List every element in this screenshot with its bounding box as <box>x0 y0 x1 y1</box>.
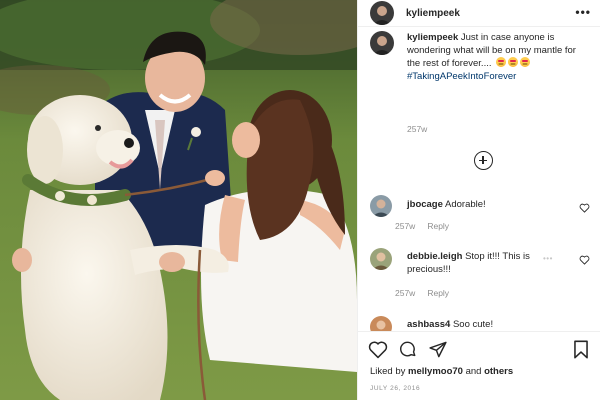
comment-item: jbocage Adorable! <box>370 195 600 217</box>
author-username[interactable]: kyliempeek <box>406 8 460 19</box>
caption-hashtag[interactable]: #TakingAPeekIntoForever <box>407 71 516 82</box>
comment-options-icon[interactable]: ••• <box>543 254 553 263</box>
caption-text-block: kyliempeek Just in case anyone is wonder… <box>407 31 583 83</box>
caption-avatar-image <box>370 31 394 55</box>
plus-circle-icon[interactable] <box>474 151 493 170</box>
post-photo[interactable] <box>0 0 357 400</box>
likes-user[interactable]: mellymoo70 <box>408 366 463 377</box>
comment-username[interactable]: debbie.leigh <box>407 251 462 262</box>
comment-item: ashbass4 Soo cute! <box>370 316 600 331</box>
post-header: kyliempeek ••• <box>358 0 600 27</box>
comment-item: debbie.leigh Stop it!!! This is precious… <box>370 248 600 276</box>
likes-others[interactable]: others <box>484 366 513 377</box>
comment-avatar[interactable] <box>370 195 392 217</box>
smiling-face-emoji-icon <box>508 57 519 67</box>
likes-summary: Liked by mellymoo70 and others <box>370 366 513 377</box>
comment-meta: 257w Reply <box>395 221 449 231</box>
comment-like-heart-icon[interactable] <box>579 255 590 265</box>
caption-time: 257w <box>407 124 428 134</box>
comment-body: ashbass4 Soo cute! <box>407 318 567 331</box>
comment-text: Adorable! <box>445 199 486 210</box>
heart-icon[interactable] <box>368 340 388 359</box>
comment-time: 257w <box>395 288 416 298</box>
comment-time: 257w <box>395 221 416 231</box>
smiling-face-emoji-icon <box>496 57 507 67</box>
comment-like-heart-icon[interactable] <box>579 203 590 213</box>
reply-button[interactable]: Reply <box>427 221 449 231</box>
bookmark-icon[interactable] <box>573 340 589 359</box>
commenter-avatar-image <box>370 195 392 217</box>
paper-plane-icon[interactable] <box>428 340 448 359</box>
post-date: JULY 26, 2016 <box>370 385 421 392</box>
caption-username[interactable]: kyliempeek <box>407 32 458 43</box>
comments-section: kyliempeek Just in case anyone is wonder… <box>358 27 600 331</box>
comment-meta: 257w Reply <box>395 288 449 298</box>
comment-avatar[interactable] <box>370 316 392 331</box>
likes-connector: and <box>465 366 482 377</box>
comment-body: jbocage Adorable! <box>407 198 567 217</box>
caption-avatar[interactable] <box>370 31 394 55</box>
post-side-panel: kyliempeek ••• kyliempeek Just in case a… <box>357 0 600 400</box>
action-icons-row <box>368 340 448 359</box>
likes-prefix: Liked by <box>370 366 406 377</box>
post-actions: Liked by mellymoo70 and others JULY 26, … <box>358 331 600 400</box>
commenter-avatar-image <box>370 316 392 331</box>
comment-text: Soo cute! <box>452 319 494 330</box>
author-avatar-image <box>370 1 394 25</box>
comment-username[interactable]: ashbass4 <box>407 319 450 330</box>
post-caption: kyliempeek Just in case anyone is wonder… <box>370 31 590 83</box>
commenter-avatar-image <box>370 248 392 270</box>
more-options-icon[interactable]: ••• <box>575 6 591 18</box>
comment-avatar[interactable] <box>370 248 392 270</box>
photo-illustration <box>0 0 357 400</box>
smiling-face-emoji-icon <box>520 57 531 67</box>
comment-icon[interactable] <box>398 340 418 359</box>
author-avatar[interactable] <box>370 1 394 25</box>
comment-username[interactable]: jbocage <box>407 199 443 210</box>
comment-body: debbie.leigh Stop it!!! This is precious… <box>407 250 542 276</box>
reply-button[interactable]: Reply <box>427 288 449 298</box>
